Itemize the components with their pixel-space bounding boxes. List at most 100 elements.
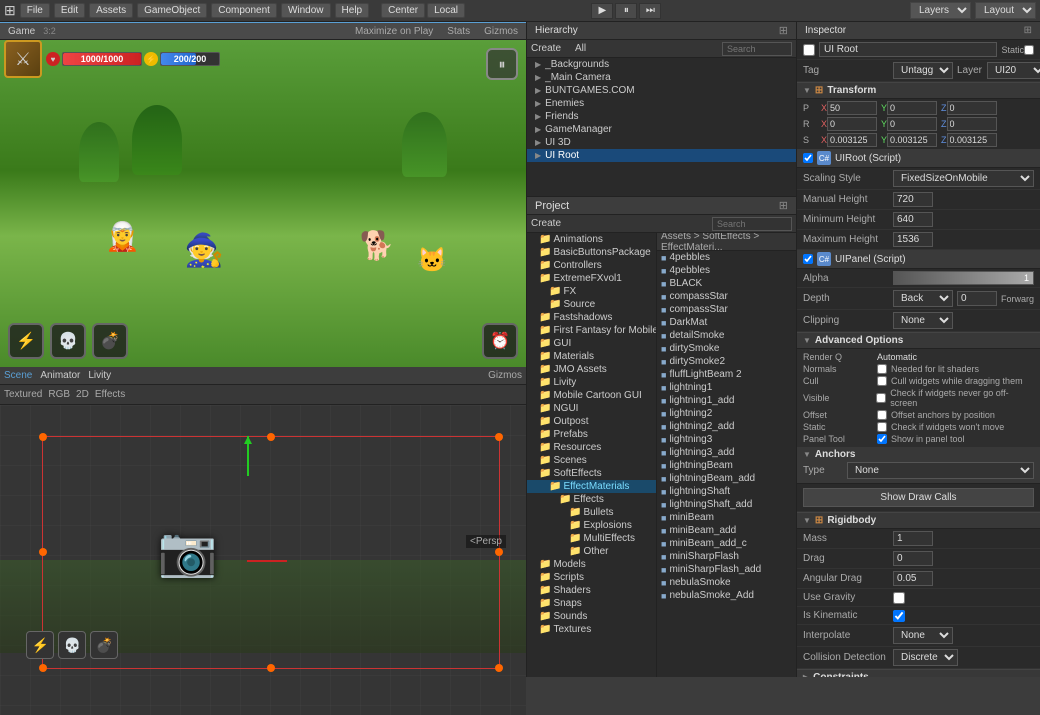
asset-dirtysmoke2[interactable]: ■dirtySmoke2 bbox=[657, 355, 796, 368]
asset-nebulasmoke[interactable]: ■nebulaSmoke bbox=[657, 576, 796, 589]
cull-checkbox[interactable] bbox=[877, 376, 887, 386]
asset-lightning1-add[interactable]: ■lightning1_add bbox=[657, 394, 796, 407]
asset-fluff[interactable]: ■fluffLightBeam 2 bbox=[657, 368, 796, 381]
sc-x-input[interactable] bbox=[827, 133, 877, 147]
h-item-friends[interactable]: ▶ Friends bbox=[527, 110, 796, 123]
component-menu[interactable]: Component bbox=[211, 3, 277, 18]
asset-minibeam-add[interactable]: ■miniBeam_add bbox=[657, 524, 796, 537]
handle-bl[interactable] bbox=[39, 664, 47, 672]
tree-materials[interactable]: 📁Materials bbox=[527, 350, 656, 363]
asset-compassstar-2[interactable]: ■compassStar bbox=[657, 303, 796, 316]
object-name-field[interactable] bbox=[819, 42, 997, 57]
uiroot-enabled-checkbox[interactable] bbox=[803, 153, 813, 163]
rgb-label[interactable]: RGB bbox=[48, 389, 70, 400]
inspector-maximize[interactable]: ⊞ bbox=[1024, 25, 1032, 36]
rot-y-input[interactable] bbox=[887, 117, 937, 131]
advanced-options-header[interactable]: ▼ Advanced Options bbox=[797, 332, 1040, 349]
asset-darkmat[interactable]: ■DarkMat bbox=[657, 316, 796, 329]
h-item-ui3d[interactable]: ▶ UI 3D bbox=[527, 136, 796, 149]
tree-basicbuttons[interactable]: 📁BasicButtonsPackage bbox=[527, 246, 656, 259]
rot-z-input[interactable] bbox=[947, 117, 997, 131]
layers-dropdown[interactable]: Layers bbox=[910, 2, 971, 19]
play-button[interactable]: ▶ bbox=[591, 3, 613, 19]
handle-br[interactable] bbox=[495, 664, 503, 672]
tree-shaders[interactable]: 📁Shaders bbox=[527, 584, 656, 597]
tree-outpost[interactable]: 📁Outpost bbox=[527, 415, 656, 428]
h-item-uiroot[interactable]: ▶ UI Root bbox=[527, 149, 796, 162]
tree-source[interactable]: 📁Source bbox=[527, 298, 656, 311]
transform-local-btn[interactable]: Local bbox=[427, 3, 465, 18]
edit-menu[interactable]: Edit bbox=[54, 3, 85, 18]
offset-checkbox[interactable] bbox=[877, 410, 887, 420]
tree-mobile-cartoon[interactable]: 📁Mobile Cartoon GUI bbox=[527, 389, 656, 402]
gizmos-game-label[interactable]: Gizmos bbox=[484, 26, 518, 37]
rigidbody-section-header[interactable]: ▼ ⊞ Rigidbody bbox=[797, 512, 1040, 529]
asset-minibeam[interactable]: ■miniBeam bbox=[657, 511, 796, 524]
anchors-type-dropdown[interactable]: None bbox=[847, 462, 1034, 479]
sc-z-input[interactable] bbox=[947, 133, 997, 147]
tree-softeffects[interactable]: 📁SoftEffects bbox=[527, 467, 656, 480]
angular-drag-input[interactable] bbox=[893, 571, 933, 586]
asset-lightning2[interactable]: ■lightning2 bbox=[657, 407, 796, 420]
tree-ngui[interactable]: 📁NGUI bbox=[527, 402, 656, 415]
skill-btn-1[interactable]: ⚡ bbox=[8, 323, 44, 359]
h-item-gamemanager[interactable]: ▶ GameManager bbox=[527, 123, 796, 136]
handle-mr[interactable] bbox=[495, 548, 503, 556]
in-game-pause-btn[interactable]: ⏸ bbox=[486, 48, 518, 80]
asset-minibeam-add-c[interactable]: ■miniBeam_add_c bbox=[657, 537, 796, 550]
tree-prefabs[interactable]: 📁Prefabs bbox=[527, 428, 656, 441]
asset-lightning3-add[interactable]: ■lightning3_add bbox=[657, 446, 796, 459]
tree-animations[interactable]: 📁Animations bbox=[527, 233, 656, 246]
game-tab[interactable]: Game 3:2 Maximize on Play Stats Gizmos bbox=[0, 22, 526, 40]
static-checkbox-adv[interactable] bbox=[877, 422, 887, 432]
asset-lightning3[interactable]: ■lightning3 bbox=[657, 433, 796, 446]
pos-y-input[interactable] bbox=[887, 101, 937, 115]
asset-detailsmoke[interactable]: ■detailSmoke bbox=[657, 329, 796, 342]
mass-input[interactable] bbox=[893, 531, 933, 546]
tree-controllers[interactable]: 📁Controllers bbox=[527, 259, 656, 272]
stats-label[interactable]: Stats bbox=[447, 26, 470, 37]
manual-height-input[interactable] bbox=[893, 192, 933, 207]
handle-bc[interactable] bbox=[267, 664, 275, 672]
tree-sounds[interactable]: 📁Sounds bbox=[527, 610, 656, 623]
project-search[interactable] bbox=[712, 217, 792, 231]
tree-jmo[interactable]: 📁JMO Assets bbox=[527, 363, 656, 376]
tree-explosions[interactable]: 📁Explosions bbox=[527, 519, 656, 532]
layout-dropdown[interactable]: Layout bbox=[975, 2, 1036, 19]
tree-resources[interactable]: 📁Resources bbox=[527, 441, 656, 454]
asset-compassstar-1[interactable]: ■compassStar bbox=[657, 290, 796, 303]
asset-minisharpflash[interactable]: ■miniSharpFlash bbox=[657, 550, 796, 563]
static-checkbox[interactable] bbox=[1024, 45, 1034, 55]
hierarchy-maximize[interactable]: ⊞ bbox=[779, 24, 788, 37]
tree-firstfantasy[interactable]: 📁First Fantasy for Mobile bbox=[527, 324, 656, 337]
interpolate-dropdown[interactable]: None bbox=[893, 627, 953, 644]
normals-checkbox[interactable] bbox=[877, 364, 887, 374]
gameobject-menu[interactable]: GameObject bbox=[137, 3, 207, 18]
hierarchy-all[interactable]: All bbox=[575, 43, 586, 54]
visible-checkbox[interactable] bbox=[876, 393, 886, 403]
help-menu[interactable]: Help bbox=[335, 3, 370, 18]
panel-tool-checkbox[interactable] bbox=[877, 434, 887, 444]
tag-dropdown[interactable]: Untagged bbox=[893, 62, 953, 79]
rot-x-input[interactable] bbox=[827, 117, 877, 131]
tree-fx[interactable]: 📁FX bbox=[527, 285, 656, 298]
tree-other[interactable]: 📁Other bbox=[527, 545, 656, 558]
show-draw-calls-btn[interactable]: Show Draw Calls bbox=[803, 488, 1034, 507]
tab-animator[interactable]: Animator bbox=[40, 370, 80, 381]
object-active-checkbox[interactable] bbox=[803, 44, 815, 56]
tree-livity[interactable]: 📁Livity bbox=[527, 376, 656, 389]
depth-number-input[interactable] bbox=[957, 291, 997, 306]
asset-lightningbeam-add[interactable]: ■lightningBeam_add bbox=[657, 472, 796, 485]
gizmos-scene-label[interactable]: Gizmos bbox=[488, 370, 522, 381]
use-gravity-checkbox[interactable] bbox=[893, 592, 905, 604]
drag-input[interactable] bbox=[893, 551, 933, 566]
pos-z-input[interactable] bbox=[947, 101, 997, 115]
h-item-backgrounds[interactable]: ▶ _Backgrounds bbox=[527, 58, 796, 71]
asset-minisharpflash-add[interactable]: ■miniSharpFlash_add bbox=[657, 563, 796, 576]
asset-nebulasmoke-add[interactable]: ■nebulaSmoke_Add bbox=[657, 589, 796, 602]
skill-btn-3[interactable]: 💣 bbox=[92, 323, 128, 359]
maximize-on-play[interactable]: Maximize on Play bbox=[355, 26, 433, 37]
textured-label[interactable]: Textured bbox=[4, 389, 42, 400]
tab-livity[interactable]: Livity bbox=[88, 370, 111, 381]
hierarchy-search[interactable] bbox=[722, 42, 792, 56]
